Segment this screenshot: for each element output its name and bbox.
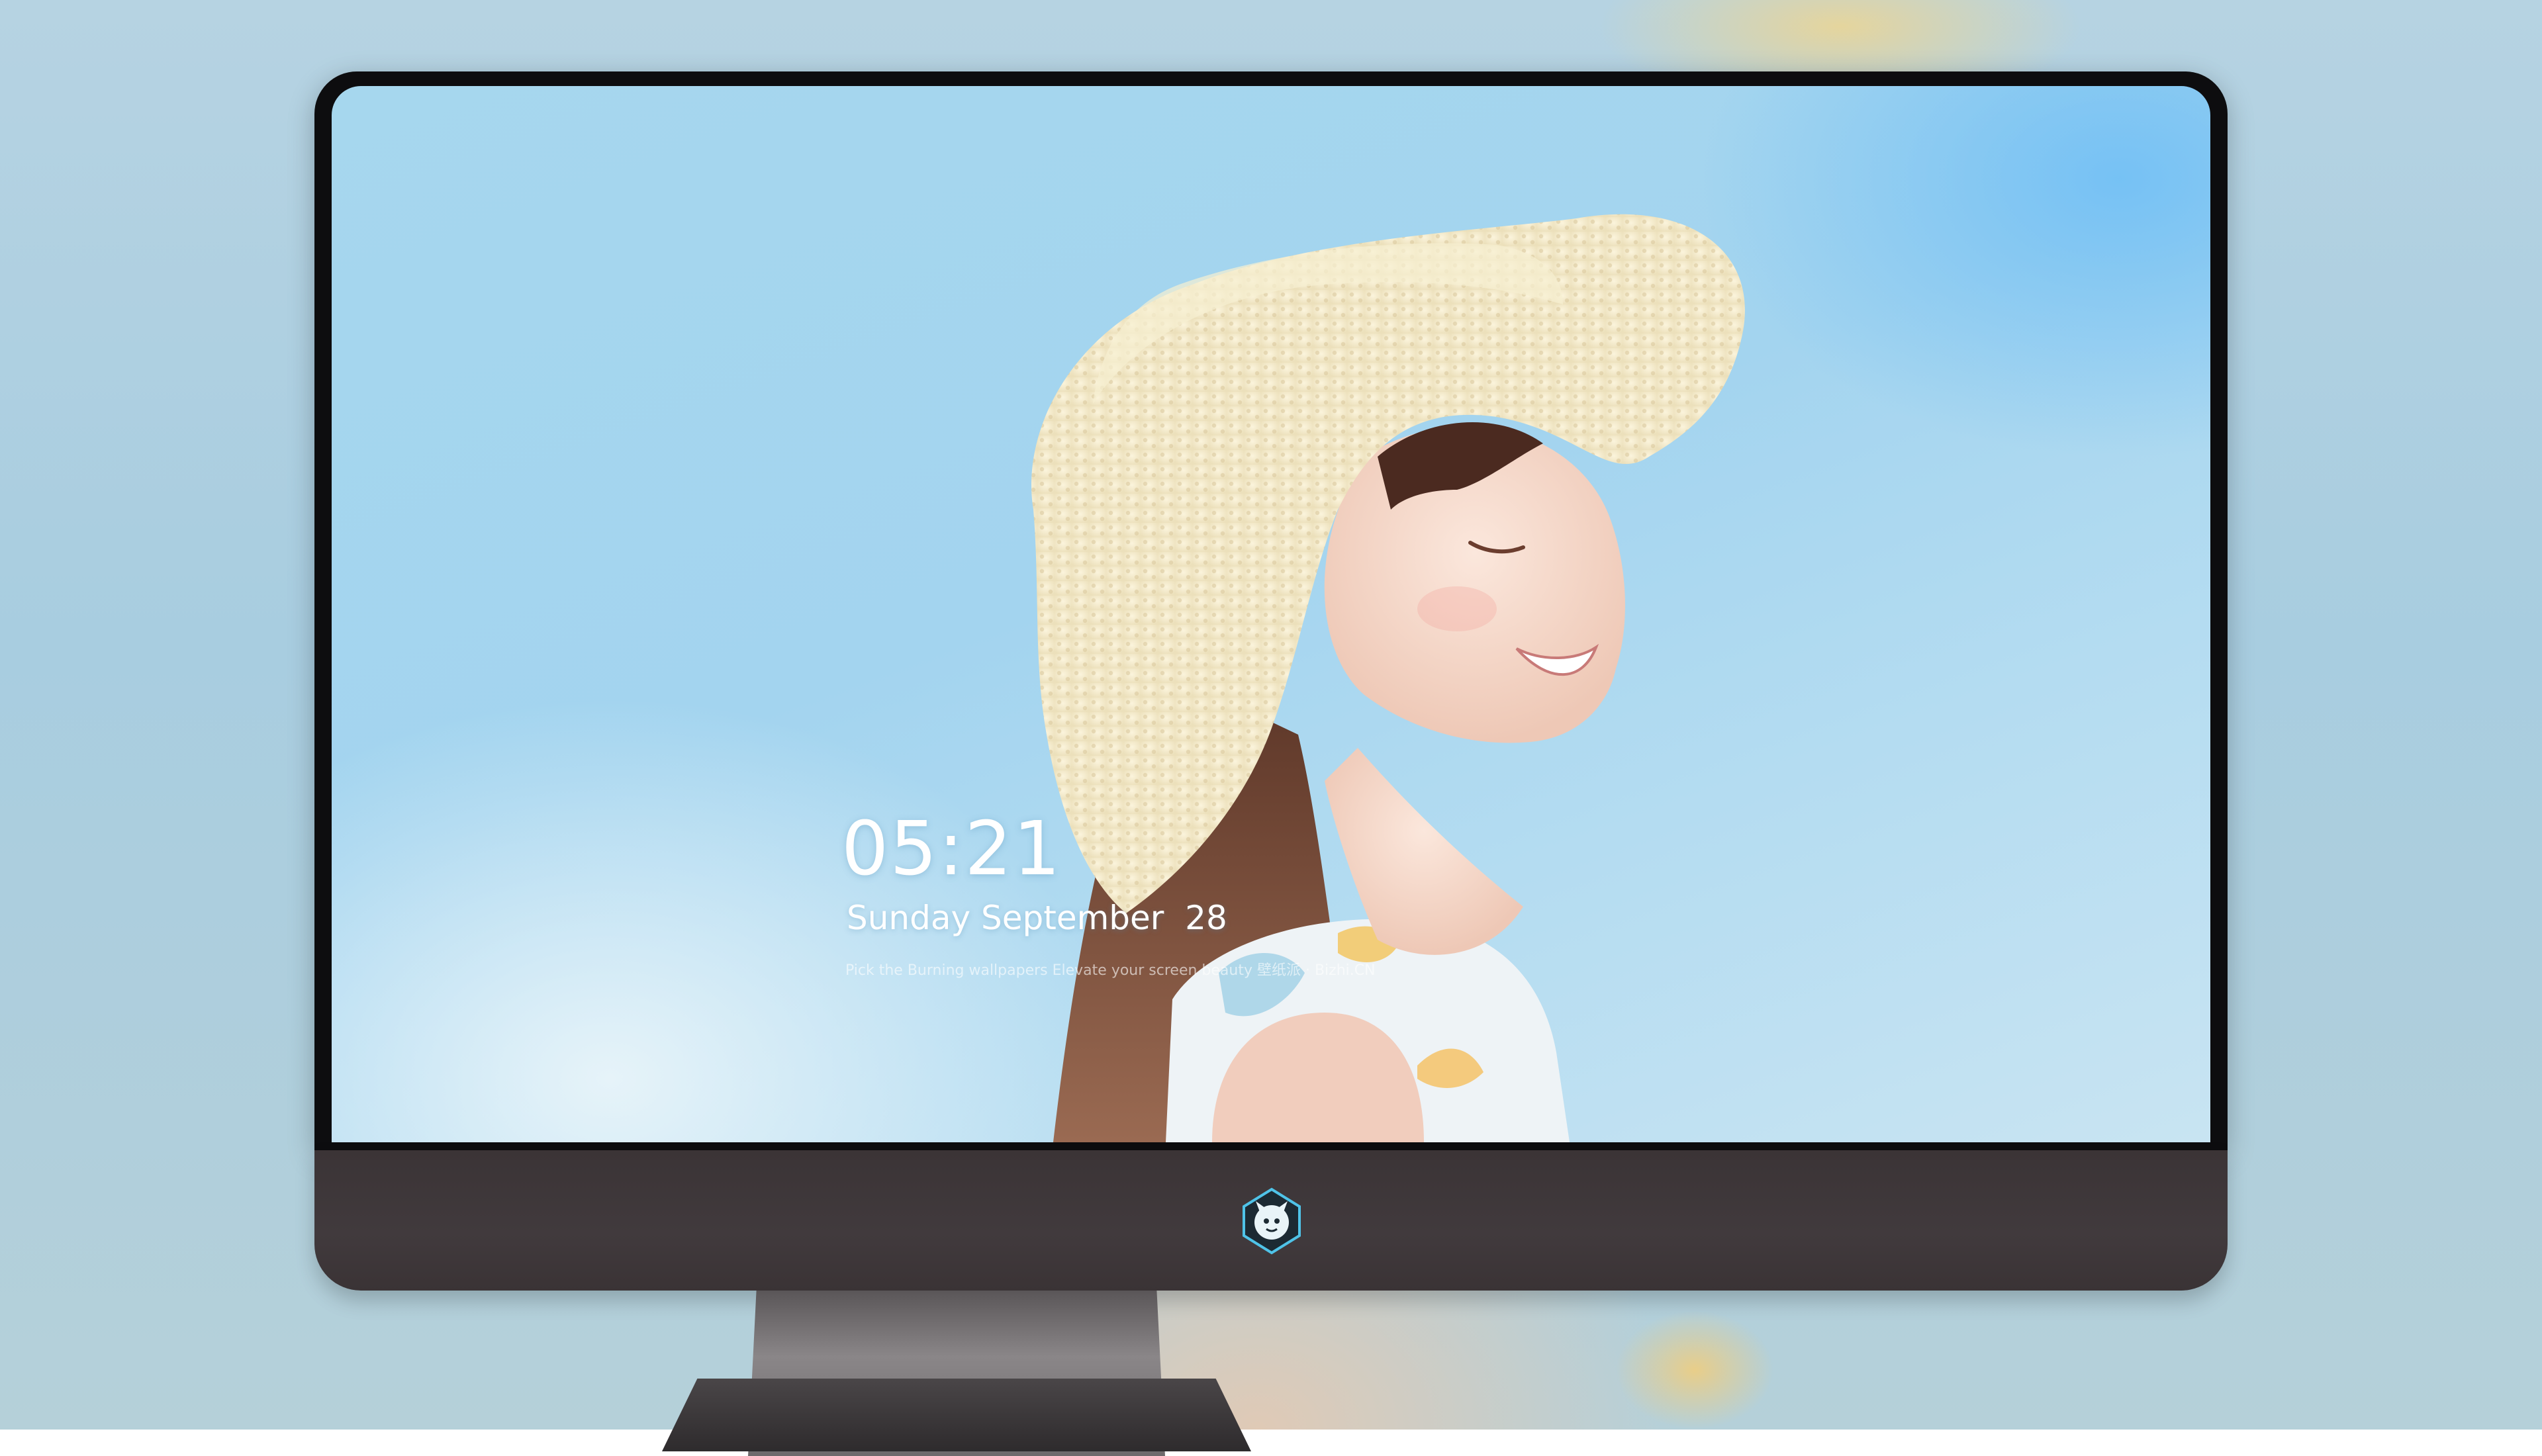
background-bokeh (1615, 1310, 1774, 1430)
monitor-chin (314, 1150, 2228, 1291)
lock-screen-date: Sunday September 28 (847, 899, 1227, 937)
monitor: 05:21 Sunday September 28 Pick the Burni… (314, 71, 2228, 1456)
wallpaper-tagline: Pick the Burning wallpapers Elevate your… (845, 962, 1376, 979)
desktop-background: 05:21 Sunday September 28 Pick the Burni… (0, 0, 2542, 1456)
wallpaper-image (1031, 214, 1745, 1142)
lock-screen-time: 05:21 (841, 806, 1062, 892)
monitor-bezel: 05:21 Sunday September 28 Pick the Burni… (314, 71, 2228, 1150)
dragon-mascot-logo (1243, 1187, 1301, 1255)
lock-screen[interactable]: 05:21 Sunday September 28 Pick the Burni… (332, 86, 2210, 1142)
monitor-stand-base (662, 1379, 1251, 1451)
